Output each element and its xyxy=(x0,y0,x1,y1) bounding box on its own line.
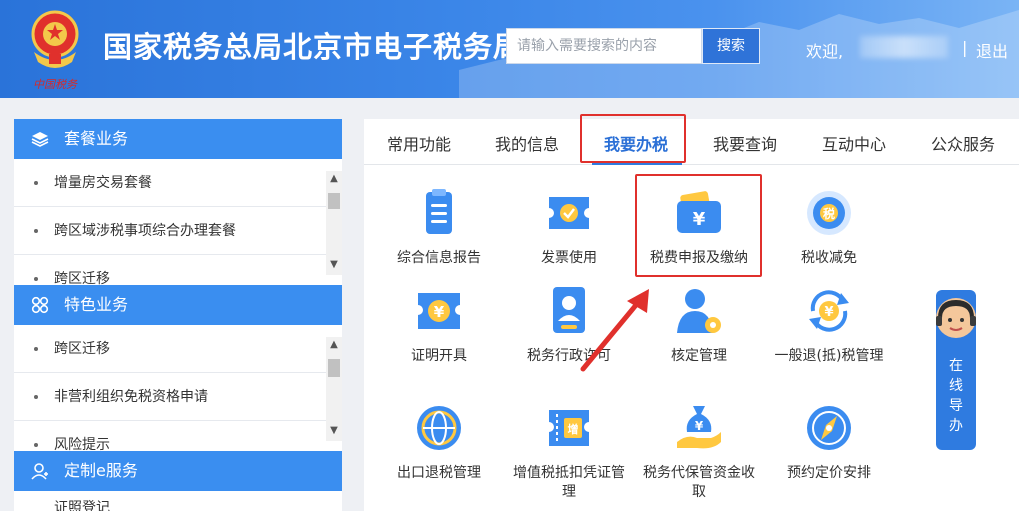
tab-file-taxes[interactable]: 我要办税 xyxy=(604,131,668,155)
service-custody-funds[interactable]: ¥ 税务代保管资金收取 xyxy=(639,402,759,502)
tab-interaction[interactable]: 互动中心 xyxy=(822,131,886,155)
sidebar-scrollbar[interactable]: ▲ ▼ xyxy=(326,337,342,441)
sidebar-item[interactable]: 跨区域涉税事项综合办理套餐 xyxy=(14,207,326,255)
header-separator: | xyxy=(962,38,968,57)
scroll-thumb[interactable] xyxy=(328,359,340,377)
svg-text:税: 税 xyxy=(823,206,835,221)
tab-query[interactable]: 我要查询 xyxy=(713,131,777,155)
service-label: 增值税抵扣凭证管理 xyxy=(513,465,625,500)
service-admin-license[interactable]: 税务行政许可 xyxy=(509,285,629,366)
service-tax-reduction[interactable]: 税 税收减免 xyxy=(769,187,889,268)
service-declare-pay[interactable]: ¥ 税费申报及缴纳 xyxy=(639,187,759,268)
sidebar-section-package[interactable]: 套餐业务 xyxy=(14,119,342,159)
certificate-yuan-icon: ¥ xyxy=(418,293,460,329)
report-icon xyxy=(426,189,452,234)
sidebar-section-title: 特色业务 xyxy=(64,295,129,314)
service-label: 税务代保管资金收取 xyxy=(643,465,755,500)
headset-agent-icon xyxy=(936,298,976,338)
username-redacted xyxy=(860,36,948,58)
invoice-check-icon xyxy=(549,197,589,229)
layers-icon xyxy=(31,132,49,147)
wallet-yuan-icon: ¥ xyxy=(677,191,721,233)
search-button[interactable]: 搜索 xyxy=(702,28,760,64)
sidebar-section-title: 套餐业务 xyxy=(64,129,129,148)
tab-common[interactable]: 常用功能 xyxy=(387,131,451,155)
main-panel: 常用功能 我的信息 我要办税 我要查询 互动中心 公众服务 综合信息报告 发票使… xyxy=(364,114,1019,511)
service-label: 一般退(抵)税管理 xyxy=(774,348,884,364)
service-assessment[interactable]: 核定管理 xyxy=(639,285,759,366)
scroll-thumb[interactable] xyxy=(328,193,340,209)
globe-icon xyxy=(417,406,461,450)
svg-text:¥: ¥ xyxy=(693,209,706,230)
site-title: 国家税务总局北京市电子税务局 xyxy=(103,30,524,64)
sidebar-item[interactable]: 增量房交易套餐 xyxy=(14,159,326,207)
scroll-down-icon[interactable]: ▼ xyxy=(326,423,342,439)
service-export-refund[interactable]: 出口退税管理 xyxy=(379,402,499,483)
sidebar-scrollbar[interactable]: ▲ ▼ xyxy=(326,171,342,275)
svg-text:¥: ¥ xyxy=(824,305,833,320)
ticket-icon: 增 xyxy=(549,410,589,446)
sidebar: 套餐业务 增量房交易套餐 跨区域涉税事项综合办理套餐 跨区迁移 ▲ ▼ 特色业务… xyxy=(14,119,342,511)
service-label: 税收减免 xyxy=(801,250,857,266)
tab-bar: 常用功能 我的信息 我要办税 我要查询 互动中心 公众服务 xyxy=(364,119,1019,165)
service-label: 证明开具 xyxy=(411,348,467,364)
tax-reduction-icon: 税 xyxy=(807,191,851,235)
sidebar-item[interactable]: 跨区迁移 xyxy=(14,255,326,285)
welcome-text: 欢迎, xyxy=(806,42,844,61)
money-bag-hand-icon: ¥ xyxy=(677,406,721,449)
svg-text:¥: ¥ xyxy=(434,303,445,321)
tab-public-service[interactable]: 公众服务 xyxy=(931,131,995,155)
active-tab-indicator xyxy=(592,162,682,165)
service-label: 预约定价安排 xyxy=(787,465,871,481)
sidebar-item[interactable]: 风险提示 xyxy=(14,421,326,451)
svg-text:增: 增 xyxy=(568,422,579,436)
scroll-down-icon[interactable]: ▼ xyxy=(326,257,342,273)
sidebar-section-custom[interactable]: 定制e服务 xyxy=(14,451,342,491)
sidebar-section-title: 定制e服务 xyxy=(64,461,138,480)
scroll-up-icon[interactable]: ▲ xyxy=(326,171,342,187)
refund-cycle-icon: ¥ xyxy=(809,290,849,332)
service-label: 出口退税管理 xyxy=(397,465,481,481)
header-bar: 中国税务 国家税务总局北京市电子税务局 搜索 欢迎, | 退出 xyxy=(0,0,1019,98)
sidebar-item[interactable]: 非营利组织免税资格申请 xyxy=(14,373,326,421)
service-vat-deduction[interactable]: 增 增值税抵扣凭证管理 xyxy=(509,402,629,502)
service-label: 发票使用 xyxy=(541,250,597,266)
service-invoice[interactable]: 发票使用 xyxy=(509,187,629,268)
user-icon xyxy=(31,463,48,480)
service-certificate[interactable]: ¥ 证明开具 xyxy=(379,285,499,366)
tab-my-info[interactable]: 我的信息 xyxy=(495,131,559,155)
online-guide-label: 在线导办 xyxy=(949,358,963,434)
service-label: 核定管理 xyxy=(671,348,727,364)
service-refund[interactable]: ¥ 一般退(抵)税管理 xyxy=(769,285,889,366)
service-report[interactable]: 综合信息报告 xyxy=(379,187,499,268)
sidebar-item[interactable]: 证照登记 xyxy=(14,491,326,511)
grid-icon xyxy=(31,296,49,314)
search-input[interactable] xyxy=(506,28,702,64)
svg-text:¥: ¥ xyxy=(695,419,704,433)
service-label: 综合信息报告 xyxy=(397,250,481,266)
license-person-icon xyxy=(553,287,585,333)
logo-text: 中国税务 xyxy=(33,78,78,91)
compass-icon xyxy=(807,406,851,450)
scroll-up-icon[interactable]: ▲ xyxy=(326,337,342,353)
person-gear-icon xyxy=(677,289,721,333)
sidebar-item[interactable]: 跨区迁移 xyxy=(14,325,326,373)
tax-emblem-logo: 中国税务 xyxy=(31,10,79,91)
service-label: 税务行政许可 xyxy=(527,348,611,364)
logout-link[interactable]: 退出 xyxy=(976,38,1008,62)
service-label: 税费申报及缴纳 xyxy=(650,250,748,266)
service-pricing-arrangement[interactable]: 预约定价安排 xyxy=(769,402,889,483)
sidebar-section-featured[interactable]: 特色业务 xyxy=(14,285,342,325)
